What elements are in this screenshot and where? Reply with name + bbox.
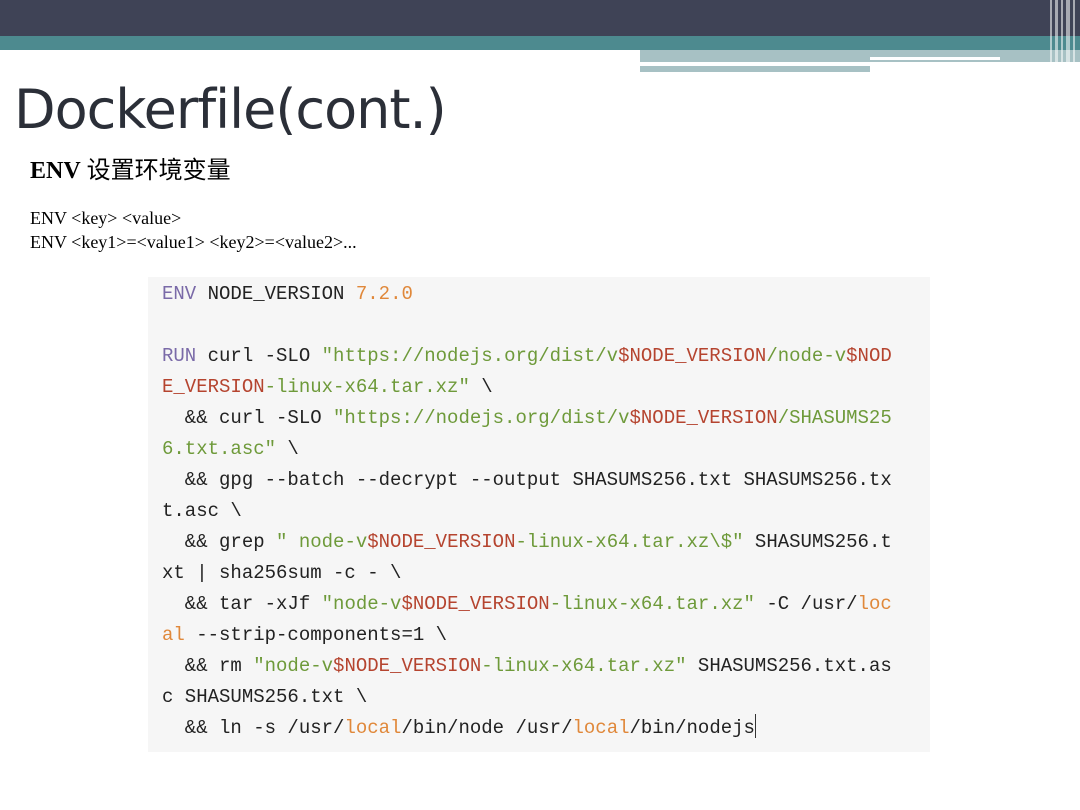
header-thin-bar [640, 66, 870, 72]
code-token: -linux-x64.tar.xz\$" [515, 531, 744, 553]
code-token: $NODE_VERSION [401, 593, 550, 615]
code-token: -linux-x64.tar.xz" [481, 655, 687, 677]
header-accent-bar [0, 36, 1080, 50]
code-token: "node-v [321, 593, 402, 615]
code-token: $NODE_VERSION [367, 531, 516, 553]
code-token: -C /usr/ [754, 593, 858, 615]
slide-title: Dockerfile(cont.) [14, 78, 447, 141]
code-token: SHASUMS256.t [743, 531, 892, 553]
env-keyword: ENV [30, 158, 81, 184]
code-token: --strip-components=1 \ [184, 624, 448, 646]
code-token: /SHASUMS25 [777, 407, 892, 429]
code-line: && curl -SLO "https://nodejs.org/dist/v$… [162, 403, 892, 434]
code-line: && gpg --batch --decrypt --output SHASUM… [162, 465, 892, 496]
code-token: && curl -SLO [162, 407, 334, 429]
code-token: /bin/nodejs [629, 717, 755, 739]
code-token: $NODE_VERSION [333, 655, 482, 677]
code-token: SHASUMS256.txt.as [686, 655, 892, 677]
code-token: \ [469, 376, 493, 398]
code-token: ENV [162, 283, 197, 305]
code-token: xt | sha256sum -c - \ [162, 562, 402, 584]
code-line: && tar -xJf "node-v$NODE_VERSION-linux-x… [162, 589, 892, 620]
syntax-line: ENV <key> <value> [30, 208, 182, 228]
header-thin-line [870, 57, 1000, 60]
header-light-bar [640, 50, 1080, 62]
code-token: RUN [162, 345, 197, 367]
code-token: t.asc \ [162, 500, 242, 522]
code-block: ENV NODE_VERSION 7.2.0 RUN curl -SLO "htt… [148, 277, 930, 752]
code-token: -linux-x64.tar.xz" [264, 376, 470, 398]
code-token: local [344, 717, 402, 739]
code-line: t.asc \ [162, 496, 892, 527]
syntax-block: ENV <key> <value> ENV <key1>=<value1> <k… [30, 206, 357, 254]
code-token: "https://nodejs.org/dist/v [333, 407, 630, 429]
code-token: NODE_VERSION [196, 283, 356, 305]
code-line: && rm "node-v$NODE_VERSION-linux-x64.tar… [162, 651, 892, 682]
code-token: $NOD [846, 345, 892, 367]
code-token: "node-v [253, 655, 334, 677]
code-line: c SHASUMS256.txt \ [162, 682, 892, 713]
code-token: "https://nodejs.org/dist/v [321, 345, 619, 367]
code-token: 7.2.0 [355, 283, 413, 305]
code-line: 6.txt.asc" \ [162, 434, 892, 465]
code-token: " node-v [276, 531, 368, 553]
code-line: RUN curl -SLO "https://nodejs.org/dist/v… [162, 341, 892, 372]
code-token: && tar -xJf [162, 593, 322, 615]
code-line: && ln -s /usr/local/bin/node /usr/local/… [162, 713, 892, 744]
code-token: 6.txt.asc" [162, 438, 277, 460]
code-token: E_VERSION [162, 376, 265, 398]
code-token: /node-v [766, 345, 847, 367]
code-token: al [162, 624, 185, 646]
code-line: ENV NODE_VERSION 7.2.0 [162, 279, 892, 310]
header-bar [0, 0, 1080, 36]
code-line: xt | sha256sum -c - \ [162, 558, 892, 589]
code-lines: ENV NODE_VERSION 7.2.0 RUN curl -SLO "htt… [162, 279, 892, 744]
code-token: && gpg --batch --decrypt --output SHASUM… [162, 469, 892, 491]
code-token: $NODE_VERSION [618, 345, 767, 367]
code-token: && grep [162, 531, 277, 553]
code-line: E_VERSION-linux-x64.tar.xz" \ [162, 372, 892, 403]
code-token: -linux-x64.tar.xz" [549, 593, 755, 615]
slide-subtitle: ENV 设置环境变量 [30, 150, 231, 185]
code-token: \ [276, 438, 299, 460]
text-cursor [754, 714, 756, 738]
code-line: al --strip-components=1 \ [162, 620, 892, 651]
code-token: /bin/node /usr/ [401, 717, 573, 739]
code-token: && rm [162, 655, 254, 677]
syntax-line: ENV <key1>=<value1> <key2>=<value2>... [30, 232, 357, 252]
header-stripes [1046, 0, 1080, 72]
env-description: 设置环境变量 [86, 158, 231, 184]
code-token: local [572, 717, 630, 739]
code-line: && grep " node-v$NODE_VERSION-linux-x64.… [162, 527, 892, 558]
code-token: && ln -s /usr/ [162, 717, 345, 739]
code-token: loc [857, 593, 892, 615]
code-token: curl -SLO [196, 345, 322, 367]
code-token: c SHASUMS256.txt \ [162, 686, 368, 708]
code-token: $NODE_VERSION [629, 407, 778, 429]
